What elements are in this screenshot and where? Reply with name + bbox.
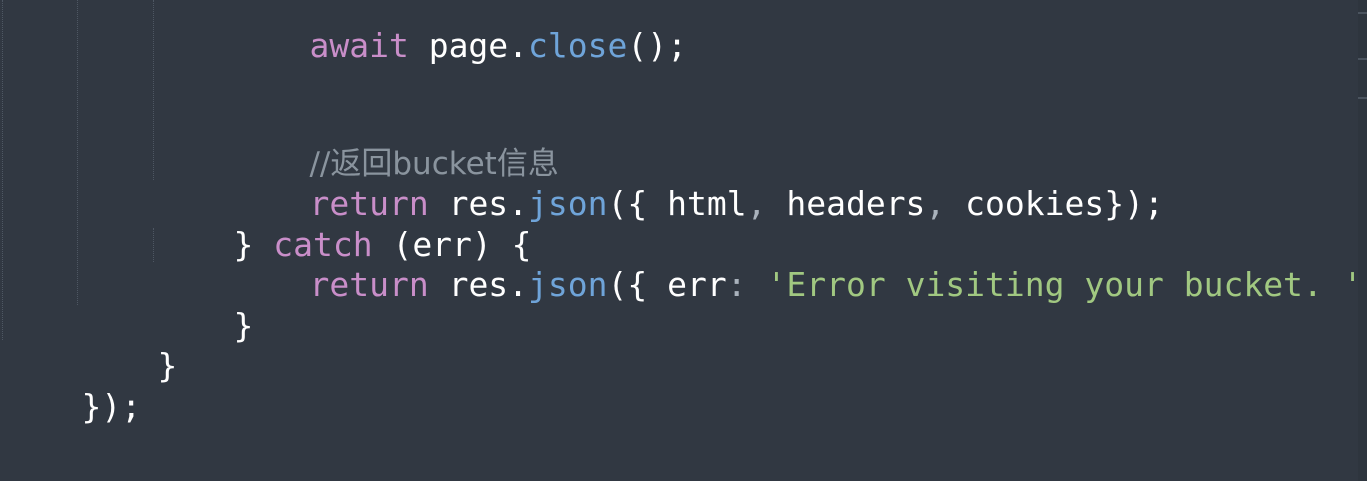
- code-line-3[interactable]: //返回bucket信息: [230, 103, 558, 182]
- scrollbar-marker: [1358, 97, 1367, 99]
- code-line-9[interactable]: });: [2, 347, 141, 426]
- code-line-4[interactable]: return res.json({ html, headers, cookies…: [230, 144, 1163, 223]
- scrollbar-marker: [1358, 12, 1367, 14]
- punctuation-token: ();: [627, 26, 687, 65]
- punctuation-token: });: [81, 387, 142, 426]
- code-line-1[interactable]: await page.close();: [230, 0, 687, 65]
- function-token: close: [528, 26, 628, 65]
- indent-guide: [77, 0, 78, 305]
- keyword-token: await: [309, 26, 409, 65]
- vertical-scrollbar[interactable]: [1358, 0, 1367, 481]
- identifier-token: res.: [428, 265, 529, 304]
- function-token: json: [528, 184, 608, 223]
- indent-guide: [2, 0, 3, 340]
- keyword-token: return: [309, 265, 429, 304]
- code-editor[interactable]: await page.close(); //返回bucket信息 return …: [0, 0, 1363, 481]
- code-line-7[interactable]: }: [154, 266, 253, 345]
- string-token: 'Error visiting your bucket. ': [766, 265, 1363, 304]
- identifier-token: headers: [766, 184, 926, 223]
- identifier-token: ({ html: [607, 184, 747, 223]
- punctuation-token: }: [233, 306, 254, 345]
- identifier-token: page.: [408, 26, 529, 65]
- punctuation-token: }: [157, 346, 178, 385]
- identifier-token: [747, 265, 767, 304]
- punctuation-token: ,: [925, 184, 946, 223]
- identifier-token: cookies});: [945, 184, 1164, 223]
- identifier-token: ({ err: [607, 265, 727, 304]
- code-line-8[interactable]: }: [78, 306, 177, 385]
- indent-guide: [153, 0, 154, 180]
- punctuation-token: ,: [746, 184, 767, 223]
- function-token: json: [528, 265, 608, 304]
- scrollbar-marker: [1358, 58, 1367, 60]
- code-line-6[interactable]: return res.json({ err: 'Error visiting y…: [230, 225, 1367, 304]
- code-line-5[interactable]: } catch (err) {: [154, 185, 531, 264]
- punctuation-token: :: [726, 265, 747, 304]
